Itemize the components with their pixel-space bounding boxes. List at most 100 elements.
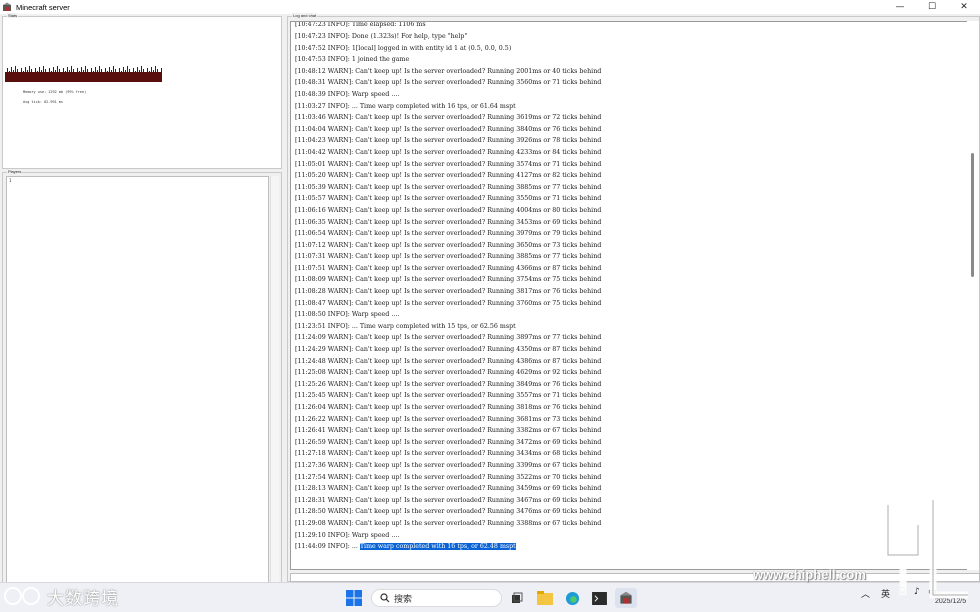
log-line: [10:47:52 INFO]: 1[local] logged in with… — [295, 44, 512, 52]
avg-tick-text: Avg tick: 62.991 ms — [23, 100, 64, 104]
graph-bar — [55, 70, 56, 82]
log-line: [10:47:23 INFO]: Done (1.323s)! For help… — [295, 33, 468, 40]
graph-bar — [65, 71, 66, 82]
graph-bar — [39, 67, 40, 82]
minecraft-server-taskbar-icon[interactable] — [615, 588, 637, 608]
graph-bar — [121, 71, 122, 82]
players-panel: Players 1 — [2, 169, 282, 592]
minimize-button[interactable]: — — [884, 0, 916, 14]
graph-bar — [51, 71, 52, 82]
watermark-url: www.chiphell.com — [753, 567, 866, 582]
graph-bar — [61, 72, 62, 82]
log-line: [11:26:59 WARN]: Can't keep up! Is the s… — [295, 438, 602, 446]
graph-bar — [67, 67, 68, 82]
log-line: [11:25:08 WARN]: Can't keep up! Is the s… — [295, 369, 602, 377]
log-line: [11:25:45 WARN]: Can't keep up! Is the s… — [295, 392, 602, 400]
selected-log-text[interactable]: Time warp completed with 16 tps, or 62.4… — [359, 543, 516, 551]
log-line: [10:48:39 INFO]: Warp speed .... — [295, 90, 400, 98]
graph-bar — [23, 71, 24, 82]
log-line: [11:29:10 INFO]: Warp speed .... — [295, 531, 400, 539]
players-label: Players — [7, 169, 23, 174]
log-scrollbar[interactable] — [967, 21, 979, 570]
minecraft-server-icon — [3, 2, 11, 11]
graph-bar — [87, 69, 88, 82]
log-line: [11:26:41 WARN]: Can't keep up! Is the s… — [295, 427, 602, 435]
graph-bar — [149, 71, 150, 82]
graph-bar — [27, 70, 28, 82]
log-text-area[interactable]: [10:47:23 INFO]: Time elapsed: 1106 ms [1… — [290, 21, 968, 570]
graph-bar — [79, 71, 80, 82]
watermark-left: 大数跨境 — [4, 584, 119, 609]
log-line: [11:06:16 WARN]: Can't keep up! Is the s… — [295, 206, 602, 214]
edge-browser-icon[interactable] — [563, 588, 581, 608]
watermark-right: www.chiphell.com — [748, 495, 978, 607]
graph-bar — [141, 66, 142, 82]
graph-bar — [11, 67, 12, 82]
graph-bar — [5, 72, 6, 82]
graph-bar — [59, 69, 60, 82]
graph-bar — [91, 68, 92, 82]
log-line: [11:27:18 WARN]: Can't keep up! Is the s… — [295, 450, 602, 458]
log-line: [11:06:54 WARN]: Can't keep up! Is the s… — [295, 230, 602, 238]
players-scrollbar[interactable] — [270, 176, 279, 587]
graph-bar — [97, 70, 98, 82]
task-view-icon[interactable] — [509, 588, 525, 608]
watermark-left-text: 大数跨境 — [47, 588, 119, 609]
graph-bar — [117, 72, 118, 82]
graph-bar — [49, 68, 50, 82]
graph-bar — [103, 72, 104, 82]
close-button[interactable]: ✕ — [948, 0, 980, 14]
graph-bar — [137, 67, 138, 82]
graph-bar — [41, 70, 42, 82]
graph-bar — [113, 66, 114, 82]
log-line: [11:07:51 WARN]: Can't keep up! Is the s… — [295, 264, 602, 272]
log-line: [11:24:29 WARN]: Can't keep up! Is the s… — [295, 346, 602, 354]
log-line: [10:47:53 INFO]: 1 joined the game — [295, 56, 410, 64]
title-bar: Minecraft server — ☐ ✕ — [0, 0, 980, 14]
graph-bar — [101, 69, 102, 82]
taskbar-search[interactable]: 搜索 — [371, 589, 502, 607]
graph-bar — [13, 70, 14, 82]
log-line: [11:03:46 WARN]: Can't keep up! Is the s… — [295, 114, 602, 122]
file-explorer-icon[interactable] — [536, 588, 554, 608]
graph-bar — [9, 71, 10, 82]
stats-label: Stats — [7, 13, 19, 18]
graph-bar — [7, 68, 8, 82]
player-item[interactable]: 1 — [7, 177, 268, 184]
graph-bar — [33, 72, 34, 82]
log-line: [11:04:23 WARN]: Can't keep up! Is the s… — [295, 137, 602, 145]
log-line: [11:08:47 WARN]: Can't keep up! Is the s… — [295, 299, 602, 307]
log-line: [11:08:09 WARN]: Can't keep up! Is the s… — [295, 276, 602, 284]
graph-bar — [43, 66, 44, 82]
log-line: [10:47:23 INFO]: Time elapsed: 1106 ms — [295, 21, 426, 29]
graph-bar — [19, 72, 20, 82]
maximize-button[interactable]: ☐ — [916, 0, 948, 14]
graph-bar — [15, 66, 16, 82]
log-line: [11:08:50 INFO]: Warp speed .... — [295, 311, 400, 319]
log-line: [11:07:31 WARN]: Can't keep up! Is the s… — [295, 253, 602, 261]
terminal-icon[interactable] — [590, 588, 608, 608]
stats-panel: Stats Memory use: 1292 mb (99% free) Avg… — [2, 13, 282, 169]
graph-bar — [21, 68, 22, 82]
graph-bar — [57, 66, 58, 82]
graph-bar — [63, 68, 64, 82]
graph-bar — [31, 69, 32, 82]
log-line-last: [11:44:09 INFO]: ... Time warp completed… — [295, 541, 601, 553]
graph-bar — [161, 68, 162, 82]
graph-bar — [105, 68, 106, 82]
graph-bar — [37, 71, 38, 82]
graph-bar — [157, 69, 158, 82]
log-line: [11:28:31 WARN]: Can't keep up! Is the s… — [295, 496, 602, 504]
log-scrollbar-thumb[interactable] — [971, 153, 974, 277]
graph-bar — [53, 67, 54, 82]
graph-bar — [131, 72, 132, 82]
graph-bar — [99, 66, 100, 82]
players-list[interactable]: 1 — [6, 176, 269, 587]
graph-bar — [147, 68, 148, 82]
graph-bar — [89, 72, 90, 82]
windows-start-icon[interactable] — [344, 588, 364, 608]
window-title: Minecraft server — [16, 2, 70, 12]
graph-bar — [135, 71, 136, 82]
log-line: [10:48:12 WARN]: Can't keep up! Is the s… — [295, 67, 602, 75]
graph-bar — [83, 70, 84, 82]
